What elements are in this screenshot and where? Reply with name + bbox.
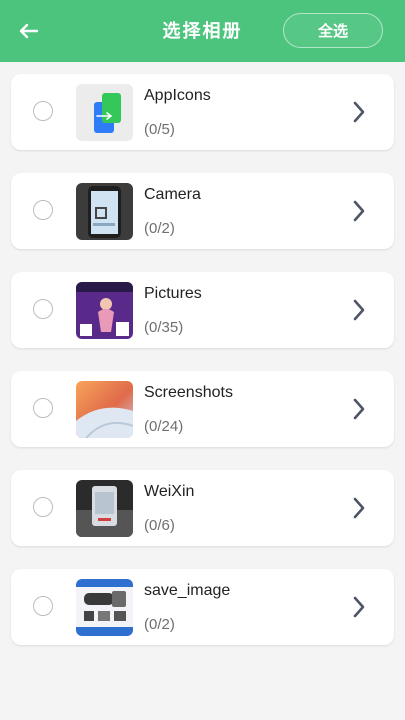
chevron-right-icon xyxy=(353,200,365,222)
album-checkbox[interactable] xyxy=(33,398,53,418)
album-checkbox[interactable] xyxy=(33,200,53,220)
screenshots-thumb xyxy=(76,381,133,438)
chevron-right-icon xyxy=(353,596,365,618)
weixin-thumb xyxy=(76,480,133,537)
album-count: (0/35) xyxy=(144,319,184,336)
album-row-weixin[interactable]: WeiXin (0/6) xyxy=(11,470,394,546)
album-checkbox[interactable] xyxy=(33,596,53,616)
arrow-left-icon xyxy=(19,23,39,39)
album-row-camera[interactable]: Camera (0/2) xyxy=(11,173,394,249)
save-image-thumb xyxy=(76,579,133,636)
select-all-button[interactable]: 全选 xyxy=(283,13,383,48)
album-name: Camera xyxy=(144,186,201,203)
album-count: (0/5) xyxy=(144,121,175,138)
back-button[interactable] xyxy=(14,16,44,46)
album-checkbox[interactable] xyxy=(33,497,53,517)
album-name: WeiXin xyxy=(144,483,195,500)
album-count: (0/24) xyxy=(144,418,184,435)
album-name: Pictures xyxy=(144,285,202,302)
album-count: (0/2) xyxy=(144,616,175,633)
album-name: save_image xyxy=(144,582,231,599)
pictures-thumb xyxy=(76,282,133,339)
appicons-thumb xyxy=(76,84,133,141)
chevron-right-icon xyxy=(353,398,365,420)
album-row-appicons[interactable]: AppIcons (0/5) xyxy=(11,74,394,150)
chevron-right-icon xyxy=(353,101,365,123)
album-checkbox[interactable] xyxy=(33,101,53,121)
camera-thumb xyxy=(76,183,133,240)
chevron-right-icon xyxy=(353,299,365,321)
album-name: Screenshots xyxy=(144,384,233,401)
album-count: (0/6) xyxy=(144,517,175,534)
album-row-save-image[interactable]: save_image (0/2) xyxy=(11,569,394,645)
album-checkbox[interactable] xyxy=(33,299,53,319)
album-name: AppIcons xyxy=(144,87,211,104)
album-row-screenshots[interactable]: Screenshots (0/24) xyxy=(11,371,394,447)
album-list: AppIcons (0/5) Camera (0/2) Pictures (0/… xyxy=(11,74,394,668)
app-header: 选择相册 全选 xyxy=(0,0,405,62)
chevron-right-icon xyxy=(353,497,365,519)
album-row-pictures[interactable]: Pictures (0/35) xyxy=(11,272,394,348)
album-count: (0/2) xyxy=(144,220,175,237)
